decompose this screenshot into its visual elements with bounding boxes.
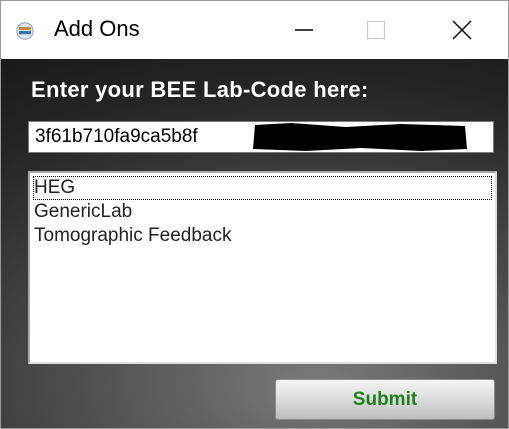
add-on-list[interactable]: HEG GenericLab Tomographic Feedback bbox=[28, 171, 497, 364]
list-item[interactable]: HEG bbox=[33, 176, 492, 200]
maximize-button[interactable] bbox=[340, 1, 412, 59]
submit-button[interactable]: Submit bbox=[275, 379, 495, 420]
close-icon bbox=[452, 20, 472, 40]
list-item[interactable]: GenericLab bbox=[33, 200, 492, 224]
client-area: Enter your BEE Lab-Code here: 3f61b710fa… bbox=[1, 59, 508, 428]
add-ons-window: Add Ons Enter your BEE Lab-Code here: 3f… bbox=[0, 0, 509, 429]
minimize-button[interactable] bbox=[268, 1, 340, 59]
app-icon bbox=[16, 22, 34, 40]
window-title: Add Ons bbox=[54, 16, 140, 41]
maximize-icon bbox=[366, 20, 386, 40]
lab-code-value: 3f61b710fa9ca5b8f bbox=[35, 126, 198, 147]
minimize-icon bbox=[295, 29, 313, 31]
list-item[interactable]: Tomographic Feedback bbox=[33, 224, 492, 248]
title-bar[interactable]: Add Ons bbox=[1, 1, 508, 59]
close-button[interactable] bbox=[426, 1, 498, 59]
lab-code-heading: Enter your BEE Lab-Code here: bbox=[31, 77, 369, 102]
lab-code-input[interactable]: 3f61b710fa9ca5b8f bbox=[28, 121, 494, 153]
